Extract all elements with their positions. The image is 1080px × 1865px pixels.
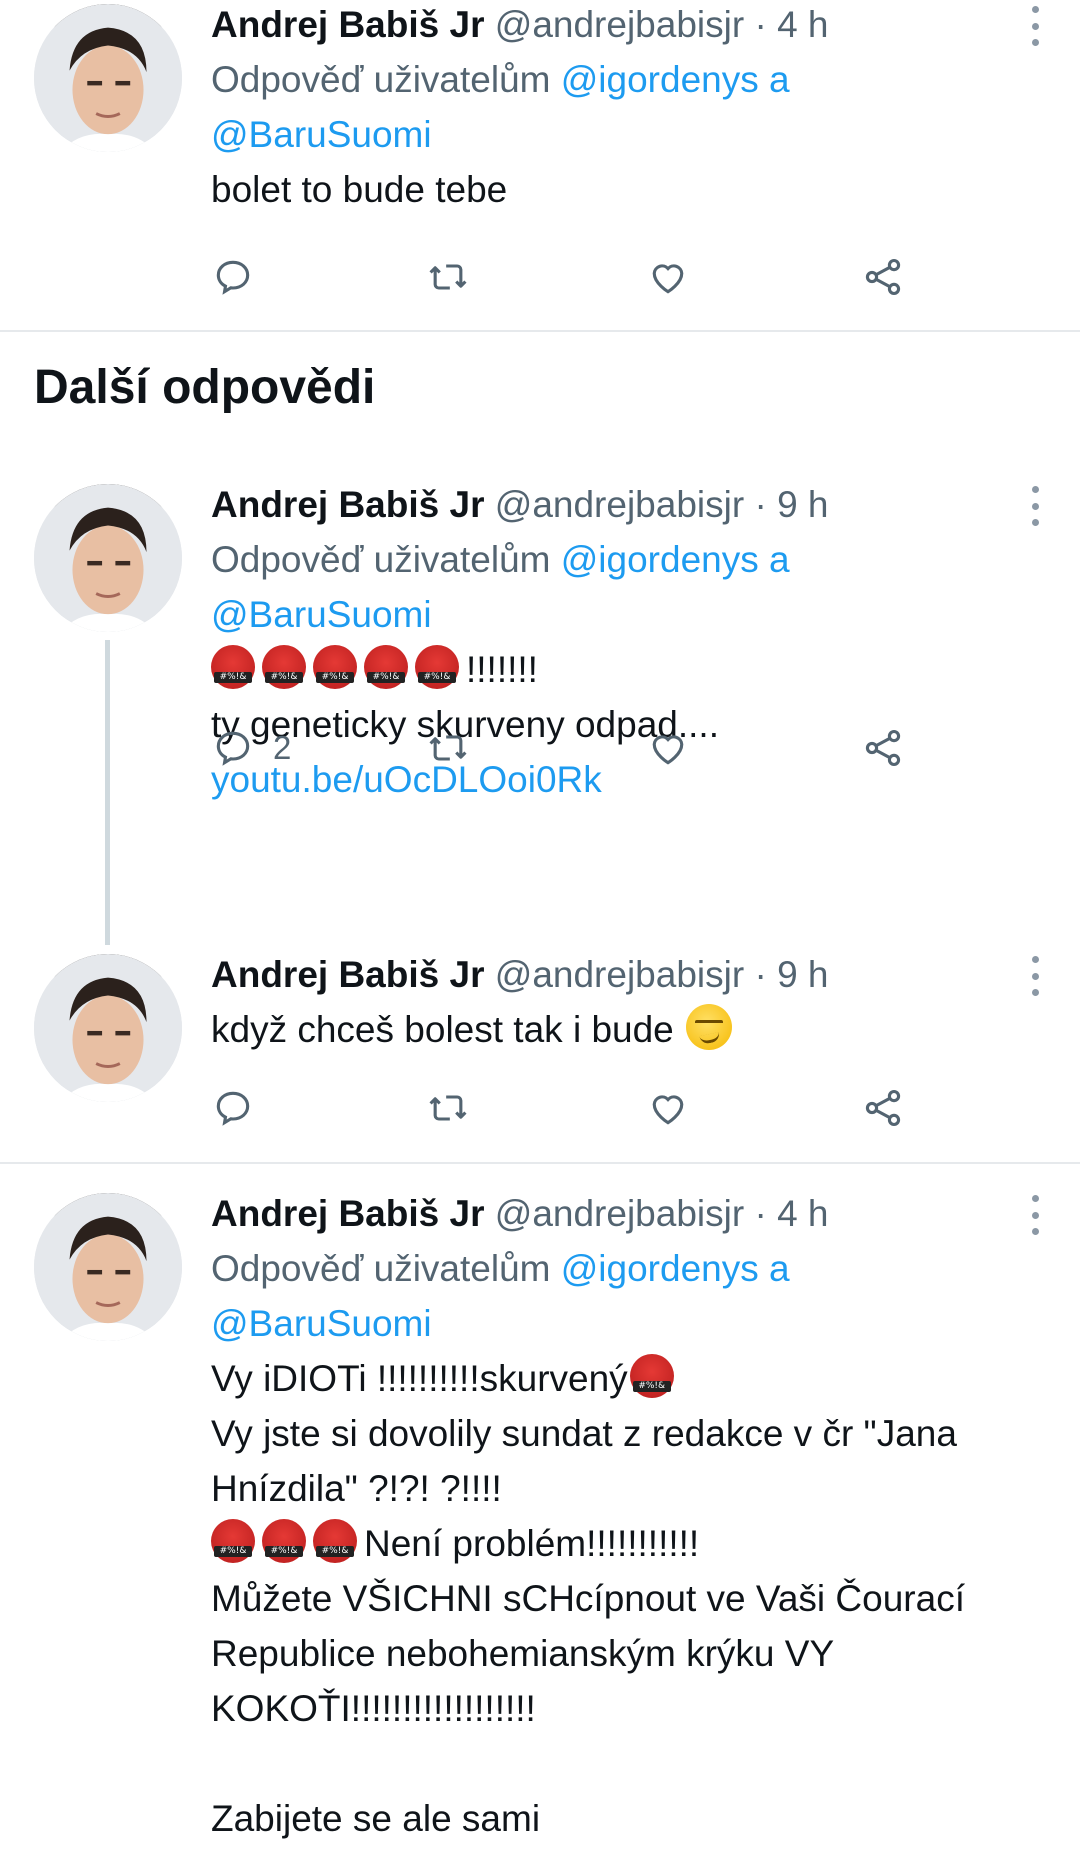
reply-button[interactable]	[211, 252, 255, 302]
tweet-header: Andrej Babiš Jr @andrejbabisjr · 9 h	[211, 480, 1040, 530]
retweet-button[interactable]	[426, 723, 470, 773]
share-icon	[865, 729, 901, 767]
timestamp[interactable]: 9 h	[777, 954, 828, 995]
heart-icon	[652, 264, 684, 294]
angry-swearing-emoji	[313, 1519, 357, 1563]
more-options-icon[interactable]	[1020, 486, 1050, 526]
retweet-icon	[429, 1095, 467, 1121]
tweet-3[interactable]: Andrej Babiš Jr @andrejbabisjr · 9 h kdy…	[0, 950, 1080, 1160]
tweet-1[interactable]: Andrej Babiš Jr @andrejbabisjr · 4 h Odp…	[0, 0, 1080, 330]
tweet-header: Andrej Babiš Jr @andrejbabisjr · 4 h	[211, 0, 1040, 50]
action-bar	[211, 252, 1031, 302]
retweet-icon	[429, 264, 467, 290]
author-handle[interactable]: @andrejbabisjr	[495, 1193, 744, 1234]
tweet-text-line: Vy jste si dovolily sundat z redakce v č…	[211, 1413, 968, 1509]
tweet-text-line: Není problém!!!!!!!!!!!	[364, 1523, 700, 1564]
author-name[interactable]: Andrej Babiš Jr	[211, 484, 484, 525]
reply-prefix: Odpověď uživatelům	[211, 59, 551, 100]
tweet-text: bolet to bude tebe	[211, 169, 508, 210]
divider	[0, 330, 1080, 332]
mention-link[interactable]: @BaruSuomi	[211, 114, 432, 155]
mention-conjunction: a	[769, 59, 790, 100]
share-icon	[865, 1089, 901, 1127]
share-button[interactable]	[861, 1083, 905, 1133]
retweet-button[interactable]	[426, 1083, 470, 1133]
reply-icon	[216, 1091, 250, 1126]
author-handle[interactable]: @andrejbabisjr	[495, 484, 744, 525]
author-name[interactable]: Andrej Babiš Jr	[211, 4, 484, 45]
separator-dot: ·	[754, 954, 767, 995]
more-options-icon[interactable]	[1020, 1195, 1050, 1235]
mention-link[interactable]: @igordenys	[561, 59, 759, 100]
mention-link[interactable]: @igordenys	[561, 539, 759, 580]
share-button[interactable]	[861, 252, 905, 302]
reply-icon	[216, 731, 250, 766]
reply-icon	[216, 260, 250, 295]
section-title: Další odpovědi	[34, 361, 376, 414]
avatar[interactable]	[34, 1193, 182, 1341]
like-button[interactable]	[646, 1083, 690, 1133]
thread-page: Andrej Babiš Jr @andrejbabisjr · 4 h Odp…	[0, 0, 1080, 1865]
retweet-icon	[429, 735, 467, 761]
author-handle[interactable]: @andrejbabisjr	[495, 4, 744, 45]
share-icon	[865, 258, 901, 296]
mention-conjunction: a	[769, 1248, 790, 1289]
angry-swearing-emoji	[211, 1519, 255, 1563]
share-button[interactable]	[861, 723, 905, 773]
timestamp[interactable]: 4 h	[777, 4, 828, 45]
timestamp[interactable]: 4 h	[777, 1193, 828, 1234]
separator-dot: ·	[754, 1193, 767, 1234]
heart-icon	[652, 735, 684, 765]
action-bar	[211, 1083, 1031, 1133]
author-handle[interactable]: @andrejbabisjr	[495, 954, 744, 995]
reply-context: Odpověď uživatelům @igordenys a @BaruSuo…	[211, 1241, 1040, 1351]
angry-swearing-emoji	[415, 645, 459, 689]
author-name[interactable]: Andrej Babiš Jr	[211, 1193, 484, 1234]
reply-prefix: Odpověď uživatelům	[211, 539, 551, 580]
tweet-text: když chceš bolest tak i bude	[211, 1002, 1040, 1057]
separator-dot: ·	[754, 4, 767, 45]
mention-link[interactable]: @BaruSuomi	[211, 1303, 432, 1344]
angry-swearing-emoji	[262, 645, 306, 689]
tweet-text-exclaim: !!!!!!!	[466, 649, 538, 690]
retweet-button[interactable]	[426, 252, 470, 302]
angry-swearing-emoji	[364, 645, 408, 689]
reply-context: Odpověď uživatelům @igordenys a @BaruSuo…	[211, 532, 1040, 642]
divider	[0, 1162, 1080, 1164]
reply-context: Odpověď uživatelům @igordenys a @BaruSuo…	[211, 52, 1040, 162]
like-button[interactable]	[646, 723, 690, 773]
angry-swearing-emoji	[313, 645, 357, 689]
smirking-face-emoji	[685, 1004, 732, 1050]
heart-icon	[652, 1095, 684, 1125]
angry-swearing-emoji	[629, 1354, 674, 1398]
tweet-4[interactable]: Andrej Babiš Jr @andrejbabisjr · 4 h Odp…	[0, 1189, 1080, 1865]
tweet-text: Vy iDIOTi !!!!!!!!!!skurvený Vy jste si d…	[211, 1351, 1040, 1846]
more-options-icon[interactable]	[1020, 6, 1050, 46]
tweet-text-line: Vy iDIOTi !!!!!!!!!!skurvený	[211, 1358, 628, 1399]
tweet-text-line: když chceš bolest tak i bude	[211, 1009, 674, 1050]
angry-swearing-emoji	[211, 645, 255, 689]
more-options-icon[interactable]	[1020, 956, 1050, 996]
tweet-header: Andrej Babiš Jr @andrejbabisjr · 4 h	[211, 1189, 1040, 1239]
reply-button[interactable]: 2	[211, 723, 291, 773]
avatar[interactable]	[34, 4, 182, 152]
angry-swearing-emoji	[262, 1519, 306, 1563]
action-bar: 2	[211, 723, 1031, 773]
avatar[interactable]	[34, 954, 182, 1102]
tweet-header: Andrej Babiš Jr @andrejbabisjr · 9 h	[211, 950, 1040, 1000]
avatar[interactable]	[34, 484, 182, 632]
reply-count: 2	[273, 729, 292, 766]
tweet-text-line: Zabijete se ale sami	[211, 1798, 541, 1839]
timestamp[interactable]: 9 h	[777, 484, 828, 525]
like-button[interactable]	[646, 252, 690, 302]
mention-link[interactable]: @igordenys	[561, 1248, 759, 1289]
reply-prefix: Odpověď uživatelům	[211, 1248, 551, 1289]
mention-conjunction: a	[769, 539, 790, 580]
tweet-text-line: Můžete VŠICHNI sCHcípnout ve Vaši Čourac…	[211, 1578, 976, 1729]
separator-dot: ·	[754, 484, 767, 525]
reply-button[interactable]	[211, 1083, 255, 1133]
mention-link[interactable]: @BaruSuomi	[211, 594, 432, 635]
author-name[interactable]: Andrej Babiš Jr	[211, 954, 484, 995]
tweet-2[interactable]: Andrej Babiš Jr @andrejbabisjr · 9 h Odp…	[0, 480, 1080, 950]
